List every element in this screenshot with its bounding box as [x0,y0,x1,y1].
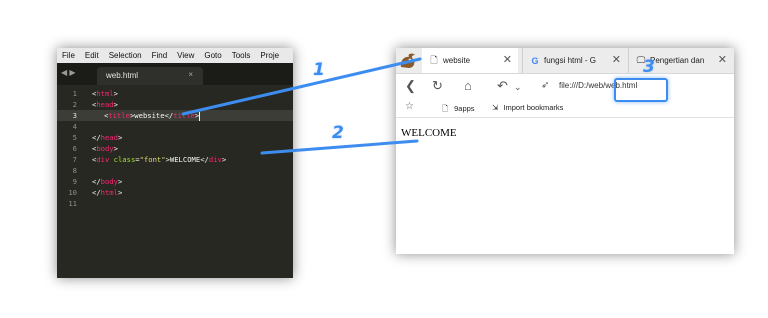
annotation-label-1: 1 [313,60,325,80]
annotation-layer [181,57,422,155]
url-highlight-box [614,78,668,102]
annotation-label-3: 3 [643,57,655,77]
annotation-arrow-1 [181,57,422,116]
annotation-label-2: 2 [332,123,344,143]
